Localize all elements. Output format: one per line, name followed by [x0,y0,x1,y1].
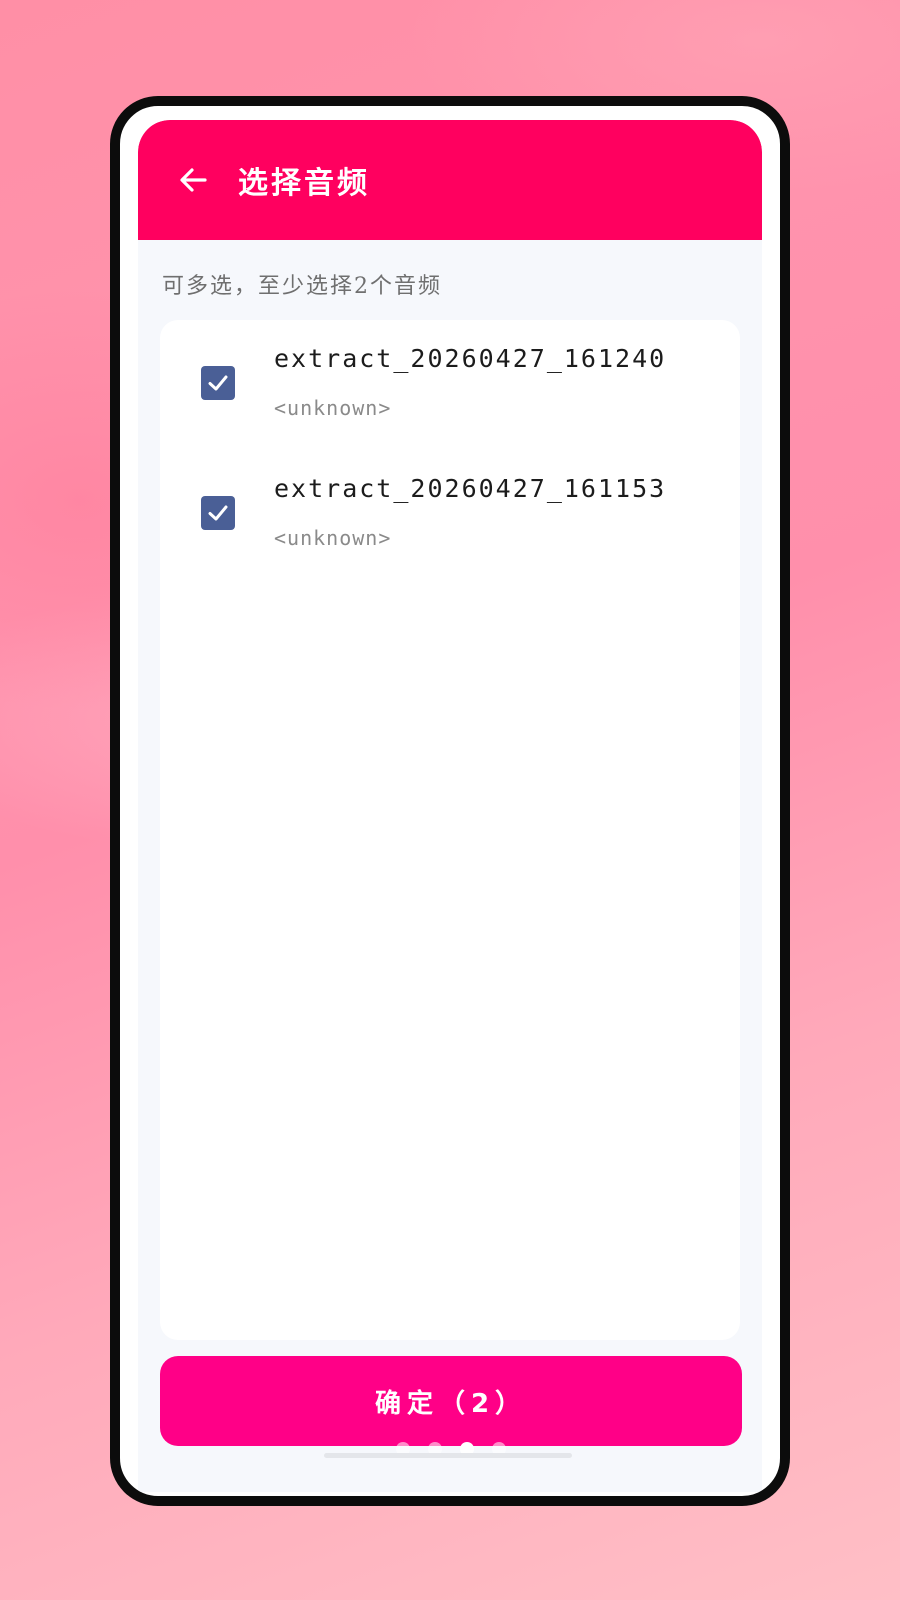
top-app-bar: 选择音频 [138,120,762,240]
page-title: 选择音频 [238,166,370,201]
back-button[interactable] [168,155,218,205]
audio-list: extract_20260427_161240 <unknown> extrac… [160,320,740,1340]
arrow-left-icon [180,168,207,192]
phone-frame: 选择音频 可多选，至少选择2个音频 extract_20260427_16124… [110,96,790,1506]
audio-file-name: extract_20260427_161240 [274,344,667,373]
list-item[interactable]: extract_20260427_161240 <unknown> [160,320,740,430]
selection-hint: 可多选，至少选择2个音频 [162,274,442,299]
audio-checkbox[interactable] [201,496,235,530]
audio-file-meta: <unknown> [274,396,392,420]
audio-file-name: extract_20260427_161153 [274,474,667,503]
check-icon [208,375,228,391]
app-screen: 选择音频 可多选，至少选择2个音频 extract_20260427_16124… [138,120,762,1492]
confirm-button-label: 确定（2） [374,1388,528,1419]
home-indicator[interactable] [324,1453,572,1458]
confirm-button[interactable]: 确定（2） [160,1356,742,1446]
audio-checkbox[interactable] [201,366,235,400]
audio-file-meta: <unknown> [274,526,392,550]
list-item[interactable]: extract_20260427_161153 <unknown> [160,450,740,560]
check-icon [208,505,228,521]
